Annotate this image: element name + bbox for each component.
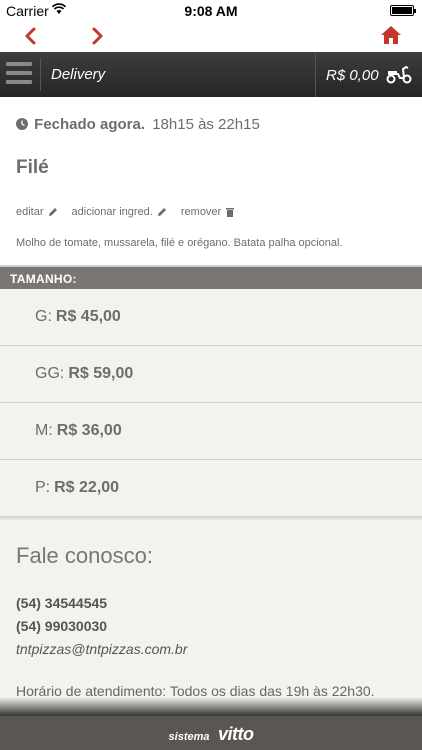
add-ingredient-label: adicionar ingred.: [71, 206, 153, 218]
size-price: R$ 59,00: [68, 365, 134, 382]
remove-button[interactable]: remover: [181, 206, 235, 218]
status-bar: Carrier 9:08 AM: [0, 0, 422, 20]
footer-prefix: sistema: [168, 731, 210, 743]
size-section-header: TAMANHO:: [0, 267, 422, 289]
battery-icon: [390, 5, 416, 16]
divider: [315, 52, 316, 97]
size-label: G:: [35, 308, 52, 325]
footer-bar: sistema vitto: [0, 715, 422, 750]
phone-link[interactable]: (54) 99030030: [16, 618, 406, 634]
product-actions: editar adicionar ingred. remover: [16, 206, 235, 218]
remove-label: remover: [180, 206, 222, 218]
hamburger-menu-icon[interactable]: [6, 62, 32, 86]
pencil-icon: [48, 208, 57, 216]
home-icon[interactable]: [380, 25, 402, 45]
clock-time: 9:08 AM: [184, 3, 238, 19]
size-label: GG:: [35, 365, 65, 382]
edit-button[interactable]: editar: [16, 206, 58, 218]
divider: [40, 58, 41, 91]
product-card: Fechado agora. 18h15 às 22h15 Filé edita…: [0, 97, 422, 267]
size-price: R$ 22,00: [54, 479, 120, 496]
pencil-icon: [157, 208, 166, 216]
browser-nav: [0, 20, 422, 52]
page-content: Fechado agora. 18h15 às 22h15 Filé edita…: [0, 97, 422, 715]
size-list: G: R$ 45,00 GG: R$ 59,00 M: R$ 36,00 P: …: [0, 289, 422, 517]
scooter-icon[interactable]: [386, 64, 412, 84]
email-link[interactable]: tntpizzas@tntpizzas.com.br: [16, 641, 406, 657]
clock-icon: [16, 118, 28, 130]
size-option[interactable]: GG: R$ 59,00: [0, 346, 422, 403]
app-header: Delivery R$ 0,00: [0, 52, 422, 97]
header-title: Delivery: [51, 66, 106, 83]
size-option[interactable]: P: R$ 22,00: [0, 460, 422, 517]
cart-total[interactable]: R$ 0,00: [326, 67, 379, 84]
product-description: Molho de tomate, mussarela, filé e oréga…: [16, 237, 343, 249]
size-label: P:: [35, 479, 51, 496]
size-label: M:: [35, 422, 53, 439]
size-option[interactable]: M: R$ 36,00: [0, 403, 422, 460]
status-label: Fechado agora.: [34, 116, 146, 133]
vitto-logo: vitto: [217, 724, 254, 744]
size-price: R$ 36,00: [56, 422, 122, 439]
contact-title: Fale conosco:: [16, 543, 153, 568]
store-status: Fechado agora. 18h15 às 22h15: [16, 116, 260, 133]
size-option[interactable]: G: R$ 45,00: [0, 289, 422, 346]
chevron-left-icon[interactable]: [22, 26, 40, 46]
size-price: R$ 45,00: [55, 308, 121, 325]
chevron-right-icon[interactable]: [88, 26, 106, 46]
edit-label: editar: [16, 206, 44, 218]
footer-fade: [0, 697, 422, 715]
opening-hours: 18h15 às 22h15: [152, 116, 260, 133]
add-ingredient-button[interactable]: adicionar ingred.: [72, 206, 167, 218]
contact-section: Fale conosco: (54) 34544545 (54) 9903003…: [0, 521, 422, 699]
product-name: Filé: [16, 157, 49, 178]
trash-icon: [226, 208, 235, 217]
phone-link[interactable]: (54) 34544545: [16, 595, 406, 611]
